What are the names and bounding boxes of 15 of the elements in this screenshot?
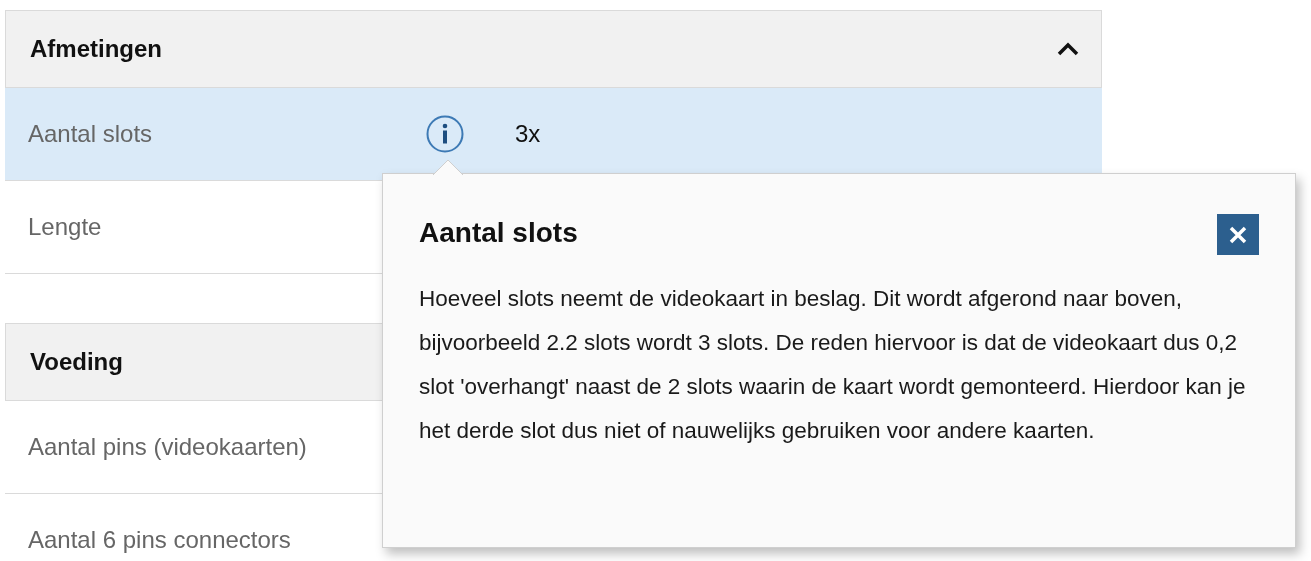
- close-icon: [1229, 225, 1247, 244]
- spec-row[interactable]: Aantal slots 3x: [5, 88, 1102, 181]
- spec-label: Aantal 6 pins connectors: [28, 525, 292, 555]
- section-header[interactable]: Afmetingen: [5, 10, 1102, 88]
- spec-label: Aantal slots: [28, 119, 154, 149]
- spec-label: Lengte: [28, 212, 103, 242]
- chevron-up-icon: [1057, 42, 1079, 56]
- section-title: Voeding: [30, 347, 123, 377]
- close-button[interactable]: [1217, 214, 1259, 255]
- info-icon[interactable]: [425, 114, 465, 154]
- spec-label: Aantal pins (videokaarten): [28, 432, 308, 462]
- spec-value: 3x: [515, 119, 541, 149]
- popover-text: Hoeveel slots neemt de videokaart in beslag. Dit wordt afgerond naar boven, bijvoorbeeld 2.2 slots wordt 3 slots. De reden hiervoor is dat de videokaart dus 0,2 slot 'overhangt' naast de 2 slots waarin de kaart wordt gemonteerd. Hierdoor kan je het derde slot dus niet of nauwelijks gebruiken voor andere kaarten.: [419, 285, 1247, 445]
- popover-title: Aantal slots: [419, 216, 578, 250]
- section-title: Afmetingen: [30, 34, 162, 64]
